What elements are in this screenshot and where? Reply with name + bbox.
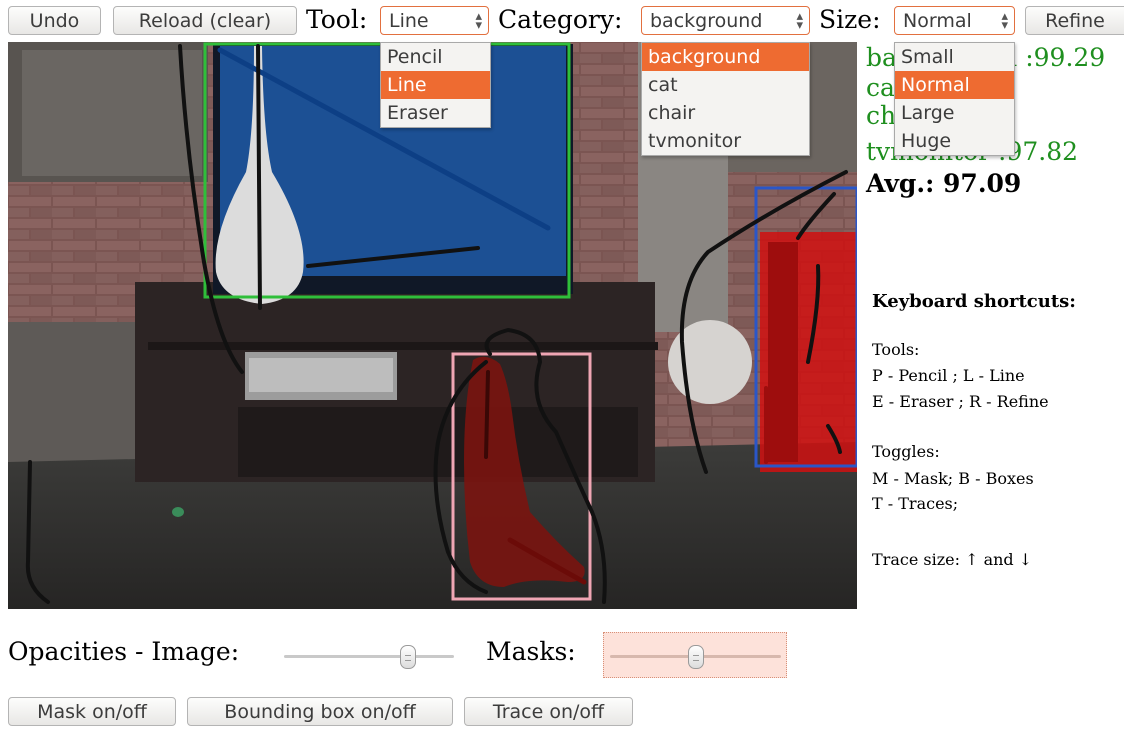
masks-opacity-label: Masks:	[486, 637, 576, 666]
category-label: Category:	[498, 5, 623, 34]
size-option-normal[interactable]: Normal	[895, 71, 1014, 99]
size-label: Size:	[819, 5, 881, 34]
image-opacity-label: Opacities - Image:	[8, 637, 240, 666]
size-option-huge[interactable]: Huge	[895, 127, 1014, 155]
refine-button[interactable]: Refine	[1025, 6, 1124, 35]
image-opacity-slider[interactable]	[284, 645, 454, 669]
masks-opacity-slider[interactable]	[610, 645, 781, 669]
size-option-small[interactable]: Small	[895, 43, 1014, 71]
shortcuts-title: Keyboard shortcuts:	[872, 291, 1076, 312]
size-select-value: Normal	[903, 9, 972, 32]
shortcuts-trace-size: Trace size: ↑ and ↓	[872, 550, 1033, 569]
tool-select[interactable]: Line ▴ ▾	[380, 6, 489, 35]
category-select-value: background	[650, 9, 763, 32]
shortcuts-pencil-line: P - Pencil ; L - Line	[872, 366, 1025, 385]
size-dropdown: Small Normal Large Huge	[894, 42, 1015, 156]
category-option-background[interactable]: background	[642, 43, 809, 71]
tool-label: Tool:	[306, 5, 368, 34]
reload-button[interactable]: Reload (clear)	[113, 6, 297, 35]
tool-dropdown: Pencil Line Eraser	[380, 42, 491, 128]
size-select[interactable]: Normal ▴ ▾	[894, 6, 1015, 35]
shortcuts-eraser-refine: E - Eraser ; R - Refine	[872, 392, 1049, 411]
category-option-tvmonitor[interactable]: tvmonitor	[642, 127, 809, 155]
tool-select-value: Line	[389, 9, 429, 32]
updown-arrow-icon: ▴ ▾	[475, 9, 482, 33]
category-select[interactable]: background ▴ ▾	[641, 6, 810, 35]
score-average: Avg.: 97.09	[866, 169, 1022, 198]
masks-opacity-thumb[interactable]	[688, 645, 704, 669]
tool-option-pencil[interactable]: Pencil	[381, 43, 490, 71]
shortcuts-toggles-heading: Toggles:	[872, 442, 940, 461]
mask-toggle-button[interactable]: Mask on/off	[8, 697, 176, 726]
updown-arrow-icon: ▴ ▾	[1001, 9, 1008, 33]
tool-option-eraser[interactable]: Eraser	[381, 99, 490, 127]
category-option-chair[interactable]: chair	[642, 99, 809, 127]
category-option-cat[interactable]: cat	[642, 71, 809, 99]
bounding-box-toggle-button[interactable]: Bounding box on/off	[187, 697, 453, 726]
category-dropdown: background cat chair tvmonitor	[641, 42, 810, 156]
shortcuts-tools-heading: Tools:	[872, 340, 920, 359]
updown-arrow-icon: ▴ ▾	[796, 9, 803, 33]
shortcuts-mask-boxes: M - Mask; B - Boxes	[872, 469, 1034, 488]
size-option-large[interactable]: Large	[895, 99, 1014, 127]
undo-button[interactable]: Undo	[8, 6, 101, 35]
trace-toggle-button[interactable]: Trace on/off	[464, 697, 633, 726]
tool-option-line[interactable]: Line	[381, 71, 490, 99]
image-opacity-thumb[interactable]	[400, 645, 416, 669]
shortcuts-traces: T - Traces;	[872, 494, 959, 513]
